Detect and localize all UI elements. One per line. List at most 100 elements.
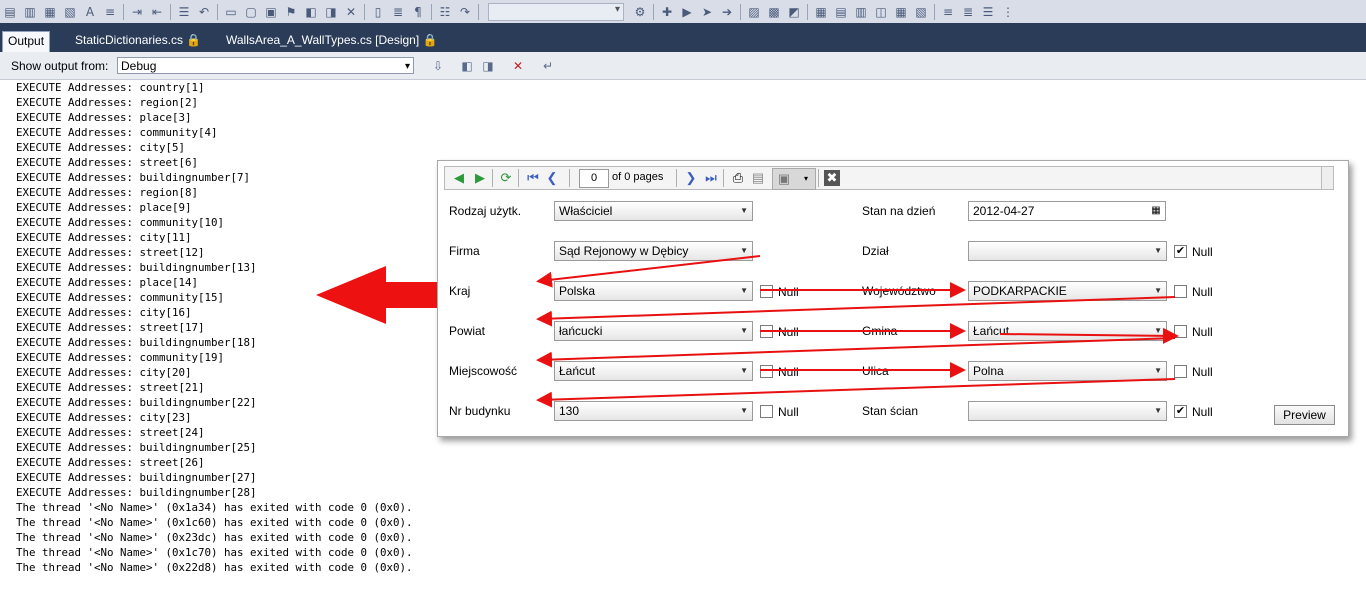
prev-message-icon[interactable]: ◧ <box>459 58 475 74</box>
next-page-icon[interactable]: ❯ <box>683 170 699 186</box>
align-center-icon[interactable]: ▥ <box>22 4 38 20</box>
last-page-icon[interactable]: ⏭ <box>703 170 719 186</box>
wojewodztwo-value: PODKARPACKIE <box>973 284 1067 298</box>
debug1-icon[interactable]: ▨ <box>746 4 762 20</box>
undo-icon[interactable]: ↶ <box>196 4 212 20</box>
align-top-icon[interactable]: ▧ <box>62 4 78 20</box>
word-wrap-icon[interactable]: ↵ <box>540 58 556 74</box>
ulica-null-checkbox[interactable] <box>1174 365 1187 378</box>
align3-icon[interactable]: ≣ <box>960 4 976 20</box>
output-line: EXECUTE Addresses: street[6] <box>16 156 199 169</box>
powiat-null-checkbox[interactable] <box>760 325 773 338</box>
miejscowosc-label: Miejscowość <box>449 364 518 378</box>
stan-scian-dropdown[interactable]: ▼ <box>968 401 1167 421</box>
stan-date-input[interactable]: 2012-04-27 ▦ <box>968 201 1166 221</box>
print-icon[interactable]: ▤ <box>750 170 766 186</box>
outdent-icon[interactable]: ⇤ <box>149 4 165 20</box>
paragraph-icon[interactable]: ¶ <box>410 4 426 20</box>
align2-icon[interactable]: ≡ <box>940 4 956 20</box>
output-source-dropdown[interactable]: Debug ▾ <box>117 57 414 74</box>
find-message-icon[interactable]: ⇩ <box>430 58 446 74</box>
toolbar-separator <box>569 169 570 187</box>
wojewodztwo-null-checkbox[interactable] <box>1174 285 1187 298</box>
output-line: EXECUTE Addresses: place[9] <box>16 201 192 214</box>
gmina-dropdown[interactable]: Łańcut ▼ <box>968 321 1167 341</box>
bookmark-icon[interactable]: ⚑ <box>283 4 299 20</box>
list2-icon[interactable]: ☷ <box>437 4 453 20</box>
run-icon[interactable]: ▶ <box>679 4 695 20</box>
format-icon[interactable]: ≣ <box>390 4 406 20</box>
settings-icon[interactable]: ⚙ <box>632 4 648 20</box>
gmina-null-checkbox[interactable] <box>1174 325 1187 338</box>
grid2-icon[interactable]: ▧ <box>913 4 929 20</box>
align-left-icon[interactable]: ▤ <box>2 4 18 20</box>
configuration-dropdown[interactable] <box>488 2 624 21</box>
dzial-dropdown[interactable]: ▼ <box>968 241 1167 261</box>
output-line: EXECUTE Addresses: city[11] <box>16 231 192 244</box>
debug2-icon[interactable]: ▩ <box>766 4 782 20</box>
align4-icon[interactable]: ☰ <box>980 4 996 20</box>
text-icon[interactable]: A <box>82 4 98 20</box>
toolbar-separator <box>123 3 124 20</box>
export-button[interactable]: ▣ ▾ <box>772 168 816 190</box>
comment-next-icon[interactable]: ▣ <box>263 4 279 20</box>
align-right-icon[interactable]: ▦ <box>42 4 58 20</box>
tab-walls-area-design[interactable]: WallsArea_A_WallTypes.cs [Design] 🔒 <box>221 31 442 52</box>
kraj-dropdown[interactable]: Polska ▼ <box>554 281 753 301</box>
print-layout-icon[interactable]: ⎙ <box>730 170 746 186</box>
output-line: The thread '<No Name>' (0x1c70) has exit… <box>16 546 413 559</box>
nr-budynku-dropdown[interactable]: 130 ▼ <box>554 401 753 421</box>
miejscowosc-dropdown[interactable]: Łańcut ▼ <box>554 361 753 381</box>
kraj-null-checkbox[interactable] <box>760 285 773 298</box>
bookmark-clear-icon[interactable]: ✕ <box>343 4 359 20</box>
rodzaj-dropdown[interactable]: Właściciel ▼ <box>554 201 753 221</box>
dzial-null-checkbox[interactable]: ✔ <box>1174 245 1187 258</box>
page-icon[interactable]: ▯ <box>370 4 386 20</box>
miejscowosc-null-checkbox[interactable] <box>760 365 773 378</box>
tab-output[interactable]: Output <box>2 31 51 53</box>
tools-icon[interactable]: ✖ <box>824 170 840 186</box>
stan-scian-null-checkbox[interactable]: ✔ <box>1174 405 1187 418</box>
toolbar-scroll[interactable] <box>1321 166 1334 190</box>
page-number-input[interactable]: 0 <box>579 169 609 188</box>
window-icon[interactable]: ▭ <box>223 4 239 20</box>
bookmark-next-icon[interactable]: ◨ <box>323 4 339 20</box>
new-item-icon[interactable]: ✚ <box>659 4 675 20</box>
wojewodztwo-dropdown[interactable]: PODKARPACKIE ▼ <box>968 281 1167 301</box>
table-icon[interactable]: ▦ <box>813 4 829 20</box>
ulica-label: Ulica <box>862 364 889 378</box>
tab-static-dictionaries[interactable]: StaticDictionaries.cs 🔒 <box>70 31 206 52</box>
nr-budynku-null-checkbox[interactable] <box>760 405 773 418</box>
step-icon[interactable]: ➤ <box>699 4 715 20</box>
nr-budynku-null-label: Null <box>778 405 799 419</box>
first-page-icon[interactable]: ⏮ <box>525 170 541 186</box>
output-line: EXECUTE Addresses: street[12] <box>16 246 205 259</box>
bookmark-prev-icon[interactable]: ◧ <box>303 4 319 20</box>
grid-icon[interactable]: ▦ <box>893 4 909 20</box>
refresh-icon[interactable]: ⟳ <box>498 170 514 186</box>
form-icon[interactable]: ▥ <box>853 4 869 20</box>
list-icon[interactable]: ☰ <box>176 4 192 20</box>
indent-icon[interactable]: ⇥ <box>129 4 145 20</box>
step-over-icon[interactable]: ➔ <box>719 4 735 20</box>
redo-icon[interactable]: ↷ <box>457 4 473 20</box>
forward-icon[interactable]: ▶ <box>472 170 488 186</box>
table2-icon[interactable]: ▤ <box>833 4 849 20</box>
next-message-icon[interactable]: ◨ <box>480 58 496 74</box>
ulica-value: Polna <box>973 364 1004 378</box>
back-icon[interactable]: ◀ <box>451 170 467 186</box>
comment-icon[interactable]: ▢ <box>243 4 259 20</box>
preview-button[interactable]: Preview <box>1274 405 1335 425</box>
output-line: EXECUTE Addresses: street[26] <box>16 456 205 469</box>
form2-icon[interactable]: ◫ <box>873 4 889 20</box>
clear-all-icon[interactable]: ✕ <box>510 58 526 74</box>
firma-dropdown[interactable]: Sąd Rejonowy w Dębicy ▼ <box>554 241 753 261</box>
ulica-dropdown[interactable]: Polna ▼ <box>968 361 1167 381</box>
align5-icon[interactable]: ⋮ <box>1000 4 1016 20</box>
toolbar-separator <box>170 3 171 20</box>
powiat-dropdown[interactable]: łańcucki ▼ <box>554 321 753 341</box>
debug3-icon[interactable]: ◩ <box>786 4 802 20</box>
prev-page-icon[interactable]: ❮ <box>544 170 560 186</box>
spacing-icon[interactable]: ≡ <box>102 4 118 20</box>
calendar-icon[interactable]: ▦ <box>1149 204 1163 218</box>
